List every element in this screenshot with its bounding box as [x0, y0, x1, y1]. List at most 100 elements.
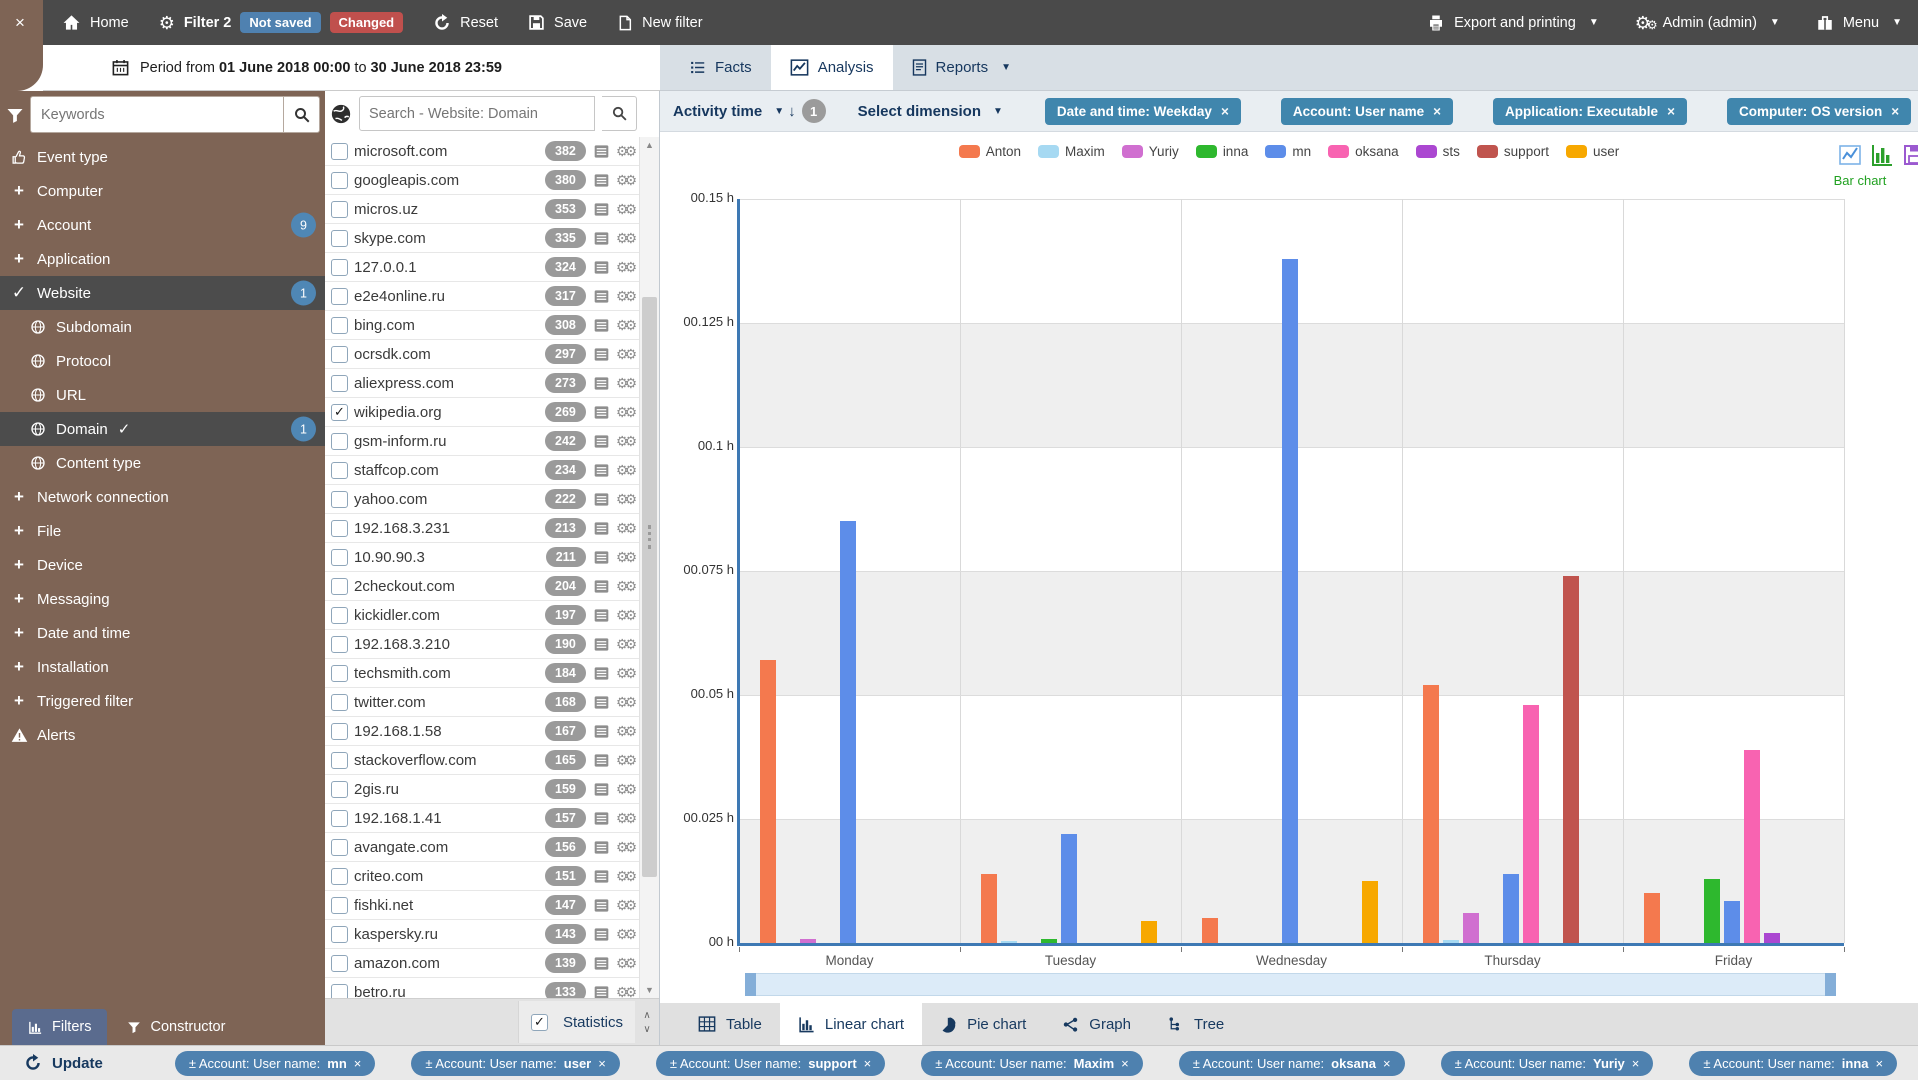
bar-sts-friday[interactable]: [1764, 933, 1780, 943]
domain-row[interactable]: 192.168.1.58167⚙⚙: [325, 717, 639, 746]
sidebar-item-network-connection[interactable]: +Network connection: [0, 480, 325, 514]
details-list-icon[interactable]: [593, 463, 610, 478]
domain-checkbox[interactable]: [331, 984, 348, 999]
legend-item-mn[interactable]: mn: [1265, 144, 1311, 159]
settings-gears-icon[interactable]: ⚙⚙: [616, 607, 633, 624]
domain-row[interactable]: 192.168.3.210190⚙⚙: [325, 630, 639, 659]
settings-gears-icon[interactable]: ⚙⚙: [616, 578, 633, 595]
domain-checkbox[interactable]: [331, 607, 348, 624]
scroll-down-icon[interactable]: ▼: [640, 983, 659, 997]
account-chip-yuriy[interactable]: ± Account: User name:Yuriy×: [1441, 1051, 1654, 1076]
settings-gears-icon[interactable]: ⚙⚙: [616, 143, 633, 160]
tab-table[interactable]: Table: [680, 1003, 780, 1045]
settings-gears-icon[interactable]: ⚙⚙: [616, 723, 633, 740]
account-chip-mn[interactable]: ± Account: User name:mn×: [175, 1051, 376, 1076]
legend-item-anton[interactable]: Anton: [959, 144, 1021, 159]
details-list-icon[interactable]: [593, 753, 610, 768]
domain-checkbox[interactable]: [331, 520, 348, 537]
settings-gears-icon[interactable]: ⚙⚙: [616, 172, 633, 189]
main-menu[interactable]: Menu ▼: [1816, 14, 1902, 32]
settings-gears-icon[interactable]: ⚙⚙: [616, 346, 633, 363]
domain-row[interactable]: 2gis.ru159⚙⚙: [325, 775, 639, 804]
account-chip-oksana[interactable]: ± Account: User name:oksana×: [1179, 1051, 1405, 1076]
domain-checkbox[interactable]: [331, 636, 348, 653]
domain-checkbox[interactable]: [331, 143, 348, 160]
details-list-icon[interactable]: [593, 318, 610, 333]
domain-search-button[interactable]: [602, 96, 637, 131]
tab-analysis[interactable]: Analysis: [771, 45, 893, 90]
sidebar-item-account[interactable]: +Account9: [0, 208, 325, 242]
settings-gears-icon[interactable]: ⚙⚙: [616, 781, 633, 798]
sidebar-item-device[interactable]: +Device: [0, 548, 325, 582]
domain-row[interactable]: microsoft.com382⚙⚙: [325, 137, 639, 166]
bar-user-tuesday[interactable]: [1141, 921, 1157, 943]
domain-row[interactable]: techsmith.com184⚙⚙: [325, 659, 639, 688]
domain-row[interactable]: fishki.net147⚙⚙: [325, 891, 639, 920]
domain-row[interactable]: ocrsdk.com297⚙⚙: [325, 340, 639, 369]
line-chart-icon[interactable]: [1838, 143, 1862, 167]
details-list-icon[interactable]: [593, 405, 610, 420]
tab-graph[interactable]: Graph: [1044, 1003, 1149, 1045]
domain-checkbox[interactable]: [331, 665, 348, 682]
dimension-chip-computer-os-version[interactable]: Computer: OS version×: [1727, 98, 1911, 125]
settings-gears-icon[interactable]: ⚙⚙: [616, 665, 633, 682]
domain-row[interactable]: 10.90.90.3211⚙⚙: [325, 543, 639, 572]
details-list-icon[interactable]: [593, 434, 610, 449]
tab-tree[interactable]: Tree: [1149, 1003, 1242, 1045]
scroll-up-icon[interactable]: ▲: [640, 138, 659, 152]
domain-checkbox[interactable]: [331, 868, 348, 885]
tab-filters[interactable]: Filters: [12, 1009, 107, 1045]
settings-gears-icon[interactable]: ⚙⚙: [616, 549, 633, 566]
keywords-input[interactable]: [30, 96, 283, 133]
close-icon[interactable]: ×: [1221, 104, 1229, 119]
domain-checkbox[interactable]: [331, 694, 348, 711]
close-icon[interactable]: ×: [1632, 1056, 1640, 1071]
domain-row[interactable]: googleapis.com380⚙⚙: [325, 166, 639, 195]
save-button[interactable]: Save: [528, 14, 587, 31]
bar-support-thursday[interactable]: [1563, 576, 1579, 943]
legend-item-yuriy[interactable]: Yuriy: [1122, 144, 1179, 159]
range-handle-right[interactable]: [1825, 973, 1836, 996]
domain-row[interactable]: e2e4online.ru317⚙⚙: [325, 282, 639, 311]
close-icon[interactable]: ×: [1876, 1056, 1884, 1071]
details-list-icon[interactable]: [593, 550, 610, 565]
details-list-icon[interactable]: [593, 782, 610, 797]
close-icon[interactable]: ×: [1667, 104, 1675, 119]
admin-menu[interactable]: ⚙⚙ Admin (admin) ▼: [1635, 14, 1780, 32]
account-chip-support[interactable]: ± Account: User name:support×: [656, 1051, 885, 1076]
close-icon[interactable]: ×: [1121, 1056, 1129, 1071]
settings-gears-icon[interactable]: ⚙⚙: [616, 839, 633, 856]
domain-row[interactable]: skype.com335⚙⚙: [325, 224, 639, 253]
settings-gears-icon[interactable]: ⚙⚙: [616, 926, 633, 943]
domain-row[interactable]: yahoo.com222⚙⚙: [325, 485, 639, 514]
bar-mn-wednesday[interactable]: [1282, 259, 1298, 943]
details-list-icon[interactable]: [593, 521, 610, 536]
settings-gears-icon[interactable]: ⚙⚙: [616, 868, 633, 885]
sidebar-item-application[interactable]: +Application: [0, 242, 325, 276]
home-button[interactable]: Home: [62, 13, 129, 32]
details-list-icon[interactable]: [593, 492, 610, 507]
settings-gears-icon[interactable]: ⚙⚙: [616, 288, 633, 305]
domain-checkbox[interactable]: [331, 810, 348, 827]
settings-gears-icon[interactable]: ⚙⚙: [616, 375, 633, 392]
domain-checkbox[interactable]: [331, 346, 348, 363]
domain-checkbox[interactable]: [331, 230, 348, 247]
legend-item-oksana[interactable]: oksana: [1328, 144, 1399, 159]
legend-item-inna[interactable]: inna: [1196, 144, 1249, 159]
bar-mn-tuesday[interactable]: [1061, 834, 1077, 943]
sort-direction-button[interactable]: ↓: [788, 103, 796, 120]
domain-row[interactable]: 192.168.1.41157⚙⚙: [325, 804, 639, 833]
domain-checkbox[interactable]: [331, 549, 348, 566]
tab-pie-chart[interactable]: Pie chart: [922, 1003, 1044, 1045]
settings-gears-icon[interactable]: ⚙⚙: [616, 404, 633, 421]
sidebar-item-computer[interactable]: +Computer: [0, 174, 325, 208]
details-list-icon[interactable]: [593, 840, 610, 855]
bar-anton-monday[interactable]: [760, 660, 776, 943]
domain-checkbox[interactable]: [331, 781, 348, 798]
account-chip-maxim[interactable]: ± Account: User name:Maxim×: [921, 1051, 1142, 1076]
details-list-icon[interactable]: [593, 811, 610, 826]
details-list-icon[interactable]: [593, 898, 610, 913]
settings-gears-icon[interactable]: ⚙⚙: [616, 897, 633, 914]
account-chip-user[interactable]: ± Account: User name:user×: [411, 1051, 619, 1076]
settings-gears-icon[interactable]: ⚙⚙: [616, 694, 633, 711]
